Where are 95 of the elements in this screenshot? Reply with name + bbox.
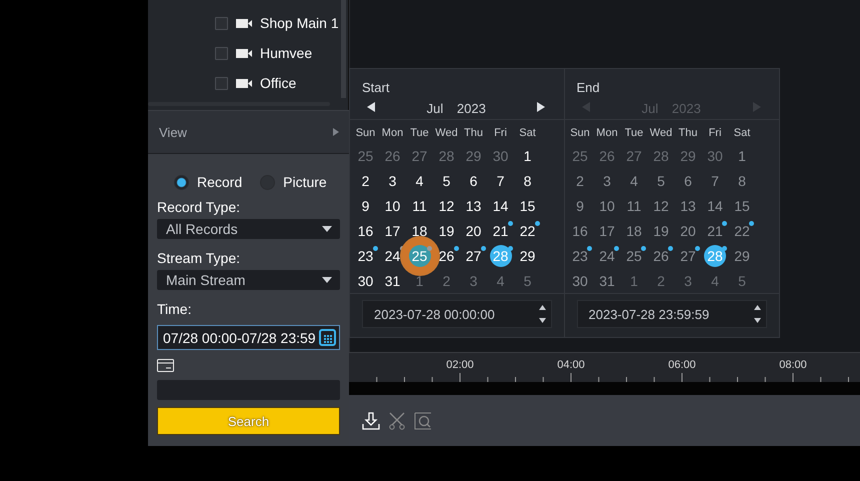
radio-button[interactable] xyxy=(174,174,189,190)
zoom-region-icon[interactable] xyxy=(412,410,434,432)
camera-icon xyxy=(236,18,252,28)
weekday-label: Sun xyxy=(569,126,591,142)
section-header[interactable]: View xyxy=(159,124,187,140)
calendar-title: Start xyxy=(361,79,390,97)
calendar-day[interactable]: 10 xyxy=(382,194,404,217)
calendar-day[interactable]: 29 xyxy=(462,144,484,167)
weekday-label: Mon xyxy=(380,126,404,142)
calendar-day[interactable]: 4 xyxy=(490,270,512,292)
weekday-label: Thu xyxy=(678,126,698,142)
input-field[interactable] xyxy=(157,380,340,400)
calendar-day[interactable]: 27 xyxy=(462,244,484,267)
calendar-day[interactable]: 25 xyxy=(354,144,376,167)
tree-item[interactable]: Humvee xyxy=(260,45,312,61)
calendar-day[interactable]: 25 xyxy=(408,244,430,267)
weekday-label: Fri xyxy=(708,126,722,142)
field-label: Record Type: xyxy=(157,198,242,217)
datetime-field[interactable]: 2023-07-28 00:00:00 xyxy=(362,300,552,328)
calendar-day[interactable]: 2 xyxy=(436,270,458,292)
spinner-icon[interactable] xyxy=(753,303,762,326)
calendar-day[interactable]: 3 xyxy=(462,270,484,292)
calendar-day[interactable]: 22 xyxy=(516,220,538,242)
calendar-day[interactable]: 30 xyxy=(354,270,376,292)
calendar-day[interactable]: 18 xyxy=(408,220,430,242)
calendar-day[interactable]: 20 xyxy=(462,220,484,242)
tree-item[interactable]: Office xyxy=(260,75,296,91)
record-type-select[interactable]: All Records xyxy=(157,219,340,239)
calendar-day[interactable]: 1 xyxy=(516,144,538,167)
time-label: 08:00 xyxy=(779,359,807,371)
weekday-label: Sat xyxy=(518,126,537,142)
calendar-day[interactable]: 29 xyxy=(516,244,538,267)
stream-type-select[interactable]: Main Stream xyxy=(157,270,340,290)
calendar-day[interactable]: 14 xyxy=(490,194,512,217)
calendar-day[interactable]: 26 xyxy=(382,144,404,167)
calendar-day[interactable]: 30 xyxy=(490,144,512,167)
expand-arrow-icon[interactable] xyxy=(333,128,339,136)
calendar-day[interactable]: 31 xyxy=(382,270,404,292)
radio-option[interactable]: Record xyxy=(174,174,242,190)
calendar-day[interactable]: 6 xyxy=(462,170,484,192)
weekday-label: Wed xyxy=(434,126,459,142)
calendar-day[interactable]: 16 xyxy=(354,220,376,242)
checkbox[interactable] xyxy=(215,16,228,30)
calendar-day[interactable]: 1 xyxy=(408,270,430,292)
calendar-day[interactable]: 8 xyxy=(516,170,538,192)
calendar-day[interactable]: 28 xyxy=(490,244,512,267)
card-icon[interactable] xyxy=(157,359,174,372)
weekday-label: Sun xyxy=(354,126,376,142)
calendar-day[interactable]: 13 xyxy=(462,194,484,217)
download-icon[interactable] xyxy=(360,410,382,432)
time-label: 04:00 xyxy=(557,359,585,371)
calendar-day[interactable]: 4 xyxy=(408,170,430,192)
weekday-label: Tue xyxy=(624,126,644,142)
calendar-day[interactable]: 7 xyxy=(490,170,512,192)
checkbox[interactable] xyxy=(215,76,228,90)
calendar-day[interactable]: 3 xyxy=(382,170,404,192)
time-label: 02:00 xyxy=(446,359,474,371)
calendar-day[interactable]: 5 xyxy=(516,270,538,292)
calendar-day[interactable]: 9 xyxy=(354,194,376,217)
camera-icon xyxy=(236,78,252,88)
calendar-icon[interactable] xyxy=(319,329,336,346)
spinner-icon[interactable] xyxy=(538,303,546,326)
timeline-track[interactable] xyxy=(349,382,860,395)
radio-option[interactable]: Picture xyxy=(260,174,327,190)
calendar-day[interactable]: 23 xyxy=(354,244,376,267)
time-label: 06:00 xyxy=(668,359,696,371)
field-label: Stream Type: xyxy=(157,248,242,268)
weekday-label: Mon xyxy=(595,126,619,142)
calendar-day[interactable]: 11 xyxy=(408,194,430,217)
camera-icon xyxy=(236,48,252,58)
calendar-day[interactable]: 5 xyxy=(436,170,458,192)
timeline[interactable]: 02:00 04:00 06:00 08:00 xyxy=(349,352,860,382)
weekday-label: Tue xyxy=(409,126,430,142)
weekday-label: Wed xyxy=(648,126,674,142)
calendar-day[interactable]: 27 xyxy=(408,144,430,167)
time-field[interactable]: 07/28 00:00-07/28 23:59 xyxy=(157,325,340,350)
calendar-day[interactable]: 28 xyxy=(436,144,458,167)
weekday-label: Fri xyxy=(493,126,508,142)
calendar-day[interactable]: 2 xyxy=(354,170,376,192)
weekday-label: Sat xyxy=(732,126,752,142)
dropdown-caret-icon xyxy=(322,277,332,283)
checkbox[interactable] xyxy=(215,46,228,60)
dropdown-caret-icon xyxy=(322,226,332,232)
calendar-day[interactable]: 21 xyxy=(490,220,512,242)
calendar-day[interactable]: 12 xyxy=(436,194,458,217)
calendar-day[interactable]: 24 xyxy=(382,244,404,267)
month-year: Jul 2023 xyxy=(426,101,486,116)
tree-item[interactable]: Shop Main 1 xyxy=(260,15,339,31)
calendar-day[interactable]: 19 xyxy=(436,220,458,242)
weekday-label: Thu xyxy=(463,126,484,142)
calendar-day[interactable]: 26 xyxy=(436,244,458,267)
calendar-day[interactable]: 15 xyxy=(516,194,538,217)
field-label: Time: xyxy=(157,300,192,318)
calendar-title: End xyxy=(576,79,601,97)
calendar-day[interactable]: 17 xyxy=(382,220,404,242)
